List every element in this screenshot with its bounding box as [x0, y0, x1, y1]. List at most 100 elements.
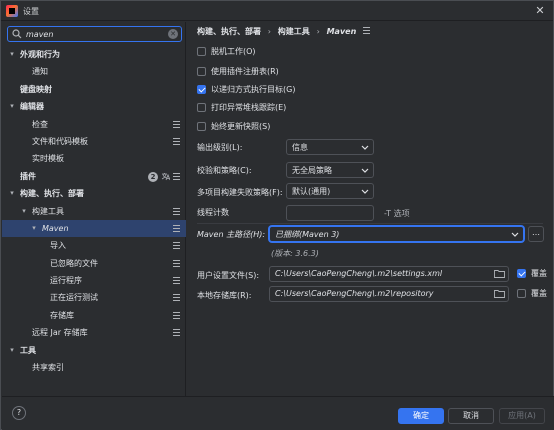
expand-arrow-icon[interactable]: ▾ [8, 98, 16, 115]
offline-label: 脱机工作(O) [211, 47, 256, 56]
folder-icon[interactable] [494, 290, 505, 298]
plugin-registry-checkbox[interactable] [197, 67, 206, 76]
sidebar-item-label: 正在运行测试 [50, 293, 98, 303]
sidebar-item-maven[interactable]: ▾ Maven [2, 219, 186, 238]
thread-count-input[interactable] [286, 205, 374, 221]
sidebar-item-label: 远程 Jar 存储库 [32, 328, 88, 338]
sidebar-item-label: Maven [42, 223, 69, 233]
sidebar-item-build-execution[interactable]: ▾ 构建、执行、部署 [2, 185, 186, 202]
sidebar-item-editor[interactable]: ▾ 编辑器 [2, 98, 186, 115]
stacktrace-label: 打印异常堆栈跟踪(E) [211, 103, 287, 112]
offline-checkbox[interactable] [197, 47, 206, 56]
sidebar-item-running-tests[interactable]: 正在运行测试 [2, 289, 186, 306]
settings-search-box[interactable]: ✕ [7, 26, 182, 42]
project-scope-icon [363, 27, 371, 34]
sidebar-item-importing[interactable]: 导入 [2, 237, 186, 254]
breadcrumb-item: 构建、执行、部署 [197, 27, 261, 36]
sidebar-item-inspections[interactable]: 检查 [2, 116, 186, 133]
output-level-select[interactable]: 信息 [286, 139, 374, 155]
sidebar-item-live-templates[interactable]: 实时模板 [2, 150, 186, 167]
breadcrumb-separator: › [316, 27, 320, 36]
section-divider [197, 223, 543, 224]
sidebar-item-appearance[interactable]: ▾ 外观和行为 [2, 46, 186, 63]
expand-arrow-icon[interactable]: ▾ [8, 46, 16, 63]
maven-version-text: (版本: 3.6.3) [271, 249, 319, 258]
sidebar-item-label: 构建、执行、部署 [20, 189, 84, 199]
sidebar-item-remote-jar-repos[interactable]: 远程 Jar 存储库 [2, 324, 186, 341]
user-settings-path: C:\Users\CaoPengCheng\.m2\settings.xml [275, 269, 443, 278]
thread-count-label: 线程计数 [197, 208, 229, 217]
sidebar-item-label: 编辑器 [20, 102, 44, 112]
local-repo-label: 本地存储库(R): [197, 291, 252, 300]
project-scope-icon [173, 259, 180, 267]
expand-arrow-icon[interactable]: ▾ [8, 342, 16, 359]
browse-maven-home-button[interactable]: … [528, 226, 544, 242]
sidebar-item-label: 实时模板 [32, 154, 64, 164]
project-scope-icon [173, 207, 180, 215]
project-scope-icon [173, 137, 180, 145]
expand-arrow-icon[interactable]: ▾ [20, 203, 28, 220]
recursive-label: 以递归方式执行目标(G) [211, 85, 296, 94]
cancel-button[interactable]: 取消 [448, 408, 494, 424]
maven-home-label: Maven 主路径(H): [197, 230, 266, 239]
maven-settings-panel: 构建、执行、部署 › 构建工具 › Maven 脱机工作(O) 使用插件注册表(… [187, 22, 553, 396]
search-input[interactable] [26, 28, 166, 40]
sidebar-item-keymap[interactable]: 键盘映射 [2, 81, 186, 98]
local-repo-override-label: 覆盖 [531, 289, 547, 298]
checksum-select[interactable]: 无全局策略 [286, 162, 374, 178]
sidebar-item-build-tools[interactable]: ▾ 构建工具 [2, 203, 186, 220]
always-update-label: 始终更新快照(S) [211, 122, 271, 131]
sidebar-item-tools[interactable]: ▾ 工具 [2, 342, 186, 359]
sidebar-item-notifications[interactable]: 通知 [2, 63, 186, 80]
project-scope-icon [173, 120, 180, 128]
sidebar-item-label: 共享索引 [32, 363, 64, 373]
user-settings-input[interactable]: C:\Users\CaoPengCheng\.m2\settings.xml [269, 266, 509, 282]
help-button[interactable]: ? [12, 406, 26, 420]
user-settings-override-checkbox[interactable] [517, 269, 526, 278]
dialog-footer: ? 确定 取消 应用(A) [2, 396, 554, 430]
search-icon [12, 29, 22, 39]
thread-count-hint: -T 选项 [384, 209, 410, 218]
folder-icon[interactable] [494, 270, 505, 278]
sidebar-item-runner[interactable]: 运行程序 [2, 272, 186, 289]
expand-arrow-icon[interactable]: ▾ [30, 220, 38, 237]
intellij-app-icon [6, 5, 18, 17]
maven-home-value: 已捆绑(Maven 3) [275, 230, 340, 239]
sidebar-item-label: 插件 [20, 171, 36, 181]
always-update-checkbox[interactable] [197, 122, 206, 131]
maven-home-select[interactable]: 已捆绑(Maven 3) [269, 226, 524, 242]
window-close-button[interactable]: ✕ [533, 4, 547, 18]
user-settings-label: 用户设置文件(S): [197, 271, 260, 280]
chevron-down-icon [361, 189, 369, 194]
checksum-value: 无全局策略 [292, 166, 332, 175]
sidebar-item-plugins[interactable]: 插件 2 [2, 168, 186, 185]
user-settings-override-label: 覆盖 [531, 269, 547, 278]
window-title: 设置 [23, 7, 39, 16]
settings-window: 设置 ✕ ✕ ▾ 外观和行为 通知 键盘映射 ▾ 编辑器 [0, 0, 554, 430]
local-repo-override-checkbox[interactable] [517, 289, 526, 298]
sidebar-item-label: 文件和代码模板 [32, 136, 88, 146]
sidebar-item-label: 构建工具 [32, 206, 64, 216]
fail-policy-select[interactable]: 默认(通用) [286, 183, 374, 199]
project-scope-icon [173, 224, 180, 232]
translate-icon [161, 172, 170, 180]
project-scope-icon [173, 277, 180, 285]
recursive-checkbox[interactable] [197, 85, 206, 94]
fail-policy-value: 默认(通用) [292, 187, 331, 196]
sidebar-item-repositories[interactable]: 存储库 [2, 307, 186, 324]
sidebar-item-shared-indexes[interactable]: 共享索引 [2, 359, 186, 376]
project-scope-icon [173, 311, 180, 319]
sidebar-item-ignored-files[interactable]: 已忽略的文件 [2, 255, 186, 272]
sidebar-item-label: 工具 [20, 345, 36, 355]
project-scope-icon [173, 329, 180, 337]
local-repo-input[interactable]: C:\Users\CaoPengCheng\.m2\repository [269, 286, 509, 302]
stacktrace-checkbox[interactable] [197, 103, 206, 112]
sidebar-item-file-templates[interactable]: 文件和代码模板 [2, 133, 186, 150]
breadcrumb-item: 构建工具 [277, 27, 310, 36]
sidebar-item-label: 键盘映射 [20, 84, 52, 94]
sidebar-item-label: 通知 [32, 67, 48, 77]
ok-button[interactable]: 确定 [398, 408, 444, 424]
apply-button[interactable]: 应用(A) [499, 408, 545, 424]
search-clear-icon[interactable]: ✕ [168, 29, 178, 39]
expand-arrow-icon[interactable]: ▾ [8, 185, 16, 202]
